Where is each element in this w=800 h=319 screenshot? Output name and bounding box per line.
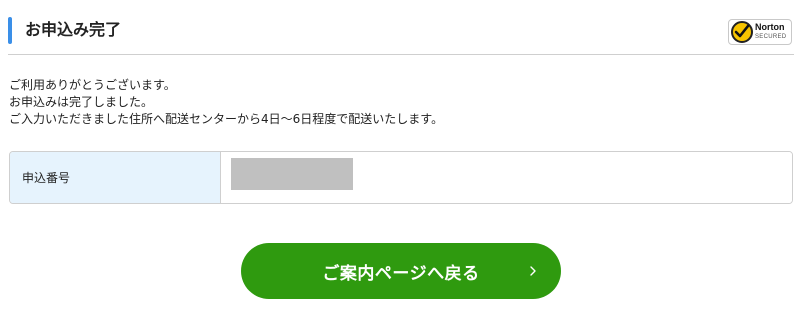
page-header: お申込み完了 Norton SECURED — [8, 0, 794, 55]
order-number-cell — [221, 152, 792, 203]
norton-brand-text: Norton — [755, 22, 785, 32]
page-title: お申込み完了 — [25, 20, 122, 39]
message-line: ご入力いただきました住所へ配送センターから4日〜6日程度で配送いたします。 — [9, 112, 444, 126]
header-accent-bar — [8, 17, 12, 44]
message-line: お申込みは完了しました。 — [9, 95, 154, 109]
norton-secured-text: SECURED — [755, 34, 787, 40]
chevron-right-icon — [530, 266, 536, 276]
order-complete-page: お申込み完了 Norton SECURED ご利用ありがとうございます。 お申込… — [0, 0, 800, 319]
order-number-label: 申込番号 — [10, 152, 221, 203]
back-button-label: ご案内ページへ戻る — [322, 263, 480, 284]
order-number-table: 申込番号 — [9, 151, 793, 204]
order-number-redacted — [231, 158, 353, 190]
back-to-guide-button[interactable]: ご案内ページへ戻る — [241, 243, 561, 299]
message-line: ご利用ありがとうございます。 — [9, 78, 176, 92]
check-icon — [731, 21, 753, 43]
completion-message: ご利用ありがとうございます。 お申込みは完了しました。 ご入力いただきました住所… — [9, 77, 769, 128]
norton-secured-badge[interactable]: Norton SECURED — [728, 19, 792, 45]
